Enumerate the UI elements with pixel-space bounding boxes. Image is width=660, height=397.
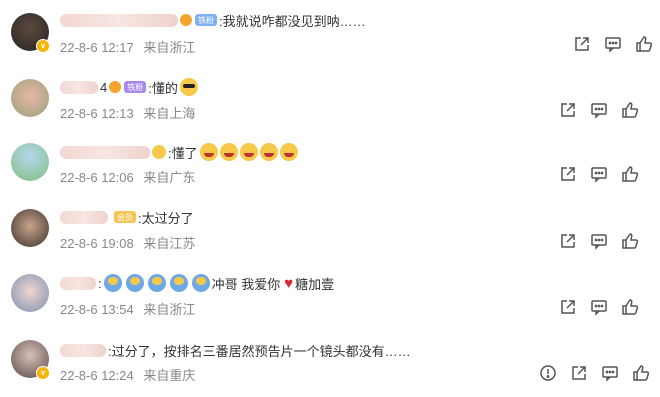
comment-icon[interactable]	[590, 165, 608, 183]
comment-icon[interactable]	[590, 232, 608, 250]
comment-text: :懂的	[148, 80, 178, 96]
comment-text-prefix: :	[98, 275, 102, 291]
thumbs-up-icon[interactable]	[635, 35, 653, 53]
comment-line: :懂了	[60, 142, 300, 162]
comment-text: :懂了	[168, 145, 198, 161]
comment-date: 22-8-6 12:17	[60, 40, 134, 55]
laughing-emoji-icon	[279, 143, 298, 161]
comment-line: 会员 :太过分了	[60, 207, 194, 227]
thumbs-up-icon[interactable]	[621, 165, 639, 183]
comment-actions	[546, 165, 639, 183]
laughing-emoji-icon	[199, 143, 218, 161]
share-icon[interactable]	[559, 298, 577, 316]
thumbs-up-icon[interactable]	[621, 232, 639, 250]
thumbs-up-icon[interactable]	[621, 298, 639, 316]
heart-icon: ♥	[284, 274, 294, 292]
username[interactable]	[60, 145, 150, 159]
comment-line: 4 铁粉 :懂的	[60, 77, 200, 97]
username[interactable]	[60, 276, 96, 290]
comment-line: : 冲哥 我爱你 ♥ 糖加壹	[60, 273, 334, 293]
username[interactable]	[60, 13, 178, 27]
laughing-emoji-icon	[259, 143, 278, 161]
fan-badge[interactable]: 铁粉	[124, 81, 147, 93]
comment-actions	[526, 364, 650, 382]
crown-icon	[109, 81, 122, 93]
cool-emoji-icon	[179, 78, 198, 96]
heart-eyes-emoji-icon	[152, 145, 166, 159]
comment-date: 22-8-6 12:13	[60, 106, 134, 121]
comment-text-end: 糖加壹	[295, 276, 335, 292]
comment-meta: 22-8-6 13:54 来自浙江	[60, 299, 195, 318]
comment-location: 来自重庆	[143, 368, 196, 383]
crown-icon	[180, 14, 192, 26]
fan-badge[interactable]: 铁粉	[195, 14, 217, 26]
username[interactable]	[60, 210, 108, 224]
comment-text: :我就说咋都没见到呐……	[219, 13, 366, 29]
hug-emoji-icon	[103, 274, 122, 292]
username[interactable]	[60, 343, 106, 357]
share-icon[interactable]	[570, 364, 588, 382]
comment-meta: 22-8-6 12:06 来自广东	[60, 167, 195, 186]
thumbs-up-icon[interactable]	[632, 364, 650, 382]
hug-emoji-icon	[191, 274, 210, 292]
comment-actions	[546, 101, 639, 119]
comment-text: :过分了，按排名三番居然预告片一个镜头都没有……	[108, 343, 411, 359]
comment-actions	[546, 298, 639, 316]
avatar[interactable]	[11, 79, 49, 117]
comment-date: 22-8-6 13:54	[60, 302, 134, 317]
comment-location: 来自浙江	[143, 302, 196, 317]
avatar[interactable]	[11, 143, 49, 181]
comment-text: :太过分了	[138, 210, 194, 226]
report-icon[interactable]	[539, 364, 557, 382]
comment-icon[interactable]	[590, 298, 608, 316]
username-suffix: 4	[100, 79, 108, 95]
laughing-emoji-icon	[239, 143, 258, 161]
comment-icon[interactable]	[601, 364, 619, 382]
share-icon[interactable]	[559, 165, 577, 183]
share-icon[interactable]	[559, 232, 577, 250]
avatar[interactable]	[11, 274, 49, 312]
comment-location: 来自江苏	[143, 236, 196, 251]
comment-date: 22-8-6 12:06	[60, 170, 134, 185]
comment-actions	[560, 35, 653, 53]
comment-text: 冲哥 我爱你	[211, 276, 281, 292]
hug-emoji-icon	[125, 274, 144, 292]
hug-emoji-icon	[147, 274, 166, 292]
comment-line: 铁粉 :我就说咋都没见到呐……	[60, 10, 366, 30]
share-icon[interactable]	[573, 35, 591, 53]
verified-badge-icon: v	[36, 39, 50, 53]
comment-line: :过分了，按排名三番居然预告片一个镜头都没有……	[60, 340, 411, 360]
share-icon[interactable]	[559, 101, 577, 119]
comment-meta: 22-8-6 12:24 来自重庆	[60, 365, 195, 384]
comment-date: 22-8-6 12:24	[60, 368, 134, 383]
comment-location: 来自浙江	[143, 40, 196, 55]
hug-emoji-icon	[169, 274, 188, 292]
verified-badge-icon: v	[36, 366, 50, 380]
comment-location: 来自上海	[143, 106, 196, 121]
comment-meta: 22-8-6 12:13 来自上海	[60, 103, 195, 122]
comment-date: 22-8-6 19:08	[60, 236, 134, 251]
thumbs-up-icon[interactable]	[621, 101, 639, 119]
avatar[interactable]	[11, 209, 49, 247]
comment-location: 来自广东	[143, 170, 196, 185]
comment-actions	[546, 232, 639, 250]
username[interactable]	[60, 80, 98, 94]
comment-meta: 22-8-6 12:17 来自浙江	[60, 37, 195, 56]
comment-icon[interactable]	[590, 101, 608, 119]
member-badge[interactable]: 会员	[114, 211, 136, 223]
comment-icon[interactable]	[604, 35, 622, 53]
laughing-emoji-icon	[219, 143, 238, 161]
comment-meta: 22-8-6 19:08 来自江苏	[60, 233, 195, 252]
